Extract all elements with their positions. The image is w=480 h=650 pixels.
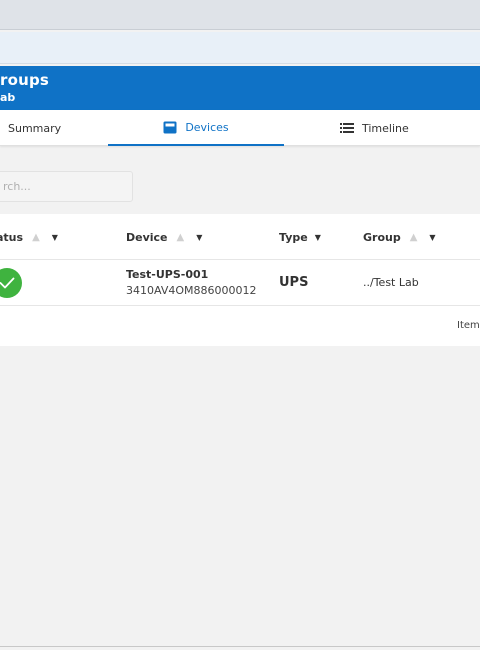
table-footer: Item bbox=[0, 306, 480, 346]
page-subtitle: ab bbox=[0, 91, 16, 104]
divider bbox=[0, 646, 480, 647]
sort-up-icon[interactable]: ▲ bbox=[177, 232, 185, 243]
list-icon bbox=[340, 123, 354, 133]
chevron-down-icon[interactable]: ▼ bbox=[315, 233, 321, 242]
table-header: atus ▲ ▼ Device ▲ ▼ Type ▼ Group ▲ ▼ bbox=[0, 214, 480, 260]
tab-timeline[interactable]: Timeline bbox=[340, 110, 409, 146]
device-name[interactable]: Test-UPS-001 bbox=[126, 268, 208, 281]
tab-bar: Summary Devices Timeline bbox=[0, 110, 480, 146]
column-header-group[interactable]: Group ▲ ▼ bbox=[363, 214, 436, 260]
chevron-down-icon[interactable]: ▼ bbox=[196, 233, 202, 242]
tab-summary-label: Summary bbox=[8, 121, 62, 135]
tab-timeline-label: Timeline bbox=[362, 121, 409, 135]
app-sub-bar bbox=[0, 32, 480, 64]
app-top-bar bbox=[0, 0, 480, 30]
items-per-page-label: Item bbox=[457, 320, 480, 331]
sort-up-icon[interactable]: ▲ bbox=[410, 232, 418, 243]
device-serial: 3410AV4OM886000012 bbox=[126, 284, 257, 297]
table-row[interactable]: Test-UPS-001 3410AV4OM886000012 UPS ../T… bbox=[0, 260, 480, 306]
device-group[interactable]: ../Test Lab bbox=[363, 276, 419, 289]
tab-devices-label: Devices bbox=[185, 120, 229, 134]
column-header-device-label: Device bbox=[126, 230, 168, 244]
column-header-group-label: Group bbox=[363, 230, 401, 244]
devices-table: atus ▲ ▼ Device ▲ ▼ Type ▼ Group ▲ ▼ Tes… bbox=[0, 214, 480, 346]
status-ok-icon bbox=[0, 268, 22, 298]
tab-summary[interactable]: Summary bbox=[8, 110, 61, 146]
page-header: roups ab bbox=[0, 66, 480, 110]
column-header-device[interactable]: Device ▲ ▼ bbox=[126, 214, 202, 260]
chevron-down-icon[interactable]: ▼ bbox=[52, 233, 58, 242]
devices-icon bbox=[163, 121, 177, 133]
tab-devices[interactable]: Devices bbox=[108, 110, 284, 146]
column-header-type-label: Type bbox=[279, 230, 308, 244]
column-header-status[interactable]: atus ▲ ▼ bbox=[0, 214, 58, 260]
device-type: UPS bbox=[279, 275, 309, 290]
page-title: roups bbox=[0, 71, 50, 89]
chevron-down-icon[interactable]: ▼ bbox=[429, 233, 435, 242]
search-input[interactable] bbox=[0, 171, 133, 202]
column-header-status-label: atus bbox=[0, 230, 24, 244]
column-header-type[interactable]: Type ▼ bbox=[279, 214, 321, 260]
sort-up-icon[interactable]: ▲ bbox=[32, 232, 40, 243]
